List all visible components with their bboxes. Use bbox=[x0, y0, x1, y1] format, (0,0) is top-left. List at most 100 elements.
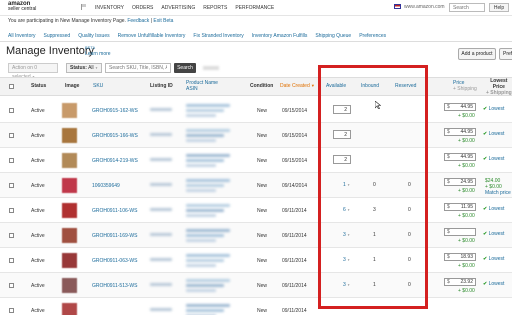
row-sku[interactable]: GROH0914-219-WS bbox=[92, 158, 138, 164]
product-thumbnail[interactable] bbox=[62, 228, 77, 243]
available-quantity-link[interactable]: 1 ▼ bbox=[343, 182, 350, 188]
col-available[interactable]: Available bbox=[326, 83, 346, 89]
row-checkbox[interactable] bbox=[9, 233, 14, 238]
select-all-checkbox[interactable] bbox=[9, 84, 14, 89]
tab-fix-stranded[interactable]: Fix Stranded Inventory bbox=[193, 33, 243, 39]
row-sku[interactable]: GROH0911-063-WS bbox=[92, 258, 137, 264]
row-asin[interactable] bbox=[186, 164, 216, 167]
available-quantity-input[interactable]: 2 bbox=[333, 105, 351, 114]
product-thumbnail[interactable] bbox=[62, 203, 77, 218]
lowest-price-cell[interactable]: ✔ Lowest bbox=[483, 156, 504, 162]
exit-beta-link[interactable]: Exit Beta bbox=[153, 18, 173, 24]
match-price-link[interactable]: Match price bbox=[485, 190, 511, 196]
tab-all-inventory[interactable]: All Inventory bbox=[8, 33, 36, 39]
top-search-input[interactable] bbox=[449, 3, 485, 12]
row-asin[interactable] bbox=[186, 289, 216, 292]
amazon-seller-central-logo[interactable]: amazon seller central bbox=[8, 1, 36, 12]
product-thumbnail[interactable] bbox=[62, 178, 77, 193]
tab-preferences[interactable]: Preferences bbox=[359, 33, 386, 39]
row-asin[interactable] bbox=[186, 239, 216, 242]
row-product-name[interactable] bbox=[186, 154, 230, 157]
row-product-name[interactable] bbox=[186, 304, 230, 307]
marketplace-selector[interactable]: www.amazon.com bbox=[394, 4, 445, 10]
price-input[interactable]: $44.95 bbox=[444, 128, 476, 136]
lowest-price-cell[interactable]: ✔ Lowest bbox=[483, 206, 504, 212]
row-checkbox[interactable] bbox=[9, 208, 14, 213]
available-quantity-link[interactable]: 3 ▼ bbox=[343, 257, 350, 263]
learn-more-link[interactable]: Learn more bbox=[85, 51, 111, 57]
price-input[interactable]: $44.95 bbox=[444, 153, 476, 161]
row-product-name-line2[interactable] bbox=[186, 309, 224, 312]
preferences-button[interactable]: Pref bbox=[499, 48, 512, 60]
price-input[interactable]: $23.92 bbox=[444, 278, 476, 286]
product-thumbnail[interactable] bbox=[62, 103, 77, 118]
product-thumbnail[interactable] bbox=[62, 303, 77, 315]
menu-performance[interactable]: PERFORMANCE bbox=[235, 5, 274, 11]
row-product-name[interactable] bbox=[186, 179, 230, 182]
lowest-price-cell[interactable]: ✔ Lowest bbox=[483, 256, 504, 262]
price-input[interactable]: $24.95 bbox=[444, 178, 476, 186]
row-product-name[interactable] bbox=[186, 229, 230, 232]
col-status[interactable]: Status bbox=[31, 83, 46, 89]
row-product-name[interactable] bbox=[186, 104, 230, 107]
tab-quality-issues[interactable]: Quality Issues bbox=[78, 33, 109, 39]
row-product-name-line2[interactable] bbox=[186, 159, 224, 162]
col-inbound[interactable]: Inbound bbox=[361, 83, 379, 89]
row-sku[interactable]: GROH0915-166-WS bbox=[92, 133, 138, 139]
menu-advertising[interactable]: ADVERTISING bbox=[161, 5, 195, 11]
menu-orders[interactable]: ORDERS bbox=[132, 5, 153, 11]
row-checkbox[interactable] bbox=[9, 183, 14, 188]
price-input[interactable]: $11.95 bbox=[444, 203, 476, 211]
lowest-price-cell[interactable]: ✔ Lowest bbox=[483, 231, 504, 237]
product-thumbnail[interactable] bbox=[62, 128, 77, 143]
col-sku[interactable]: SKU bbox=[93, 83, 103, 89]
row-sku[interactable]: GROH0911-513-WS bbox=[92, 283, 137, 289]
tab-remove-unfulfillable[interactable]: Remove Unfulfillable Inventory bbox=[118, 33, 186, 39]
row-sku[interactable]: GROH0915-162-WS bbox=[92, 108, 138, 114]
row-product-name-line2[interactable] bbox=[186, 284, 224, 287]
available-quantity-input[interactable]: 2 bbox=[333, 155, 351, 164]
available-quantity-link[interactable]: 3 ▼ bbox=[343, 232, 350, 238]
row-product-name[interactable] bbox=[186, 279, 230, 282]
tab-shipping-queue[interactable]: Shipping Queue bbox=[315, 33, 351, 39]
row-checkbox[interactable] bbox=[9, 158, 14, 163]
row-checkbox[interactable] bbox=[9, 133, 14, 138]
lowest-price-cell[interactable]: ✔ Lowest bbox=[483, 131, 504, 137]
lowest-price-cell[interactable]: ✔ Lowest bbox=[483, 106, 504, 112]
status-filter-dropdown[interactable]: Status: All ▼ bbox=[66, 63, 102, 73]
row-asin[interactable] bbox=[186, 114, 216, 117]
tab-amazon-fulfills[interactable]: Inventory Amazon Fulfills bbox=[252, 33, 308, 39]
row-product-name-line2[interactable] bbox=[186, 109, 224, 112]
search-button[interactable]: Search bbox=[174, 63, 196, 73]
lowest-price-cell[interactable]: ✔ Lowest bbox=[483, 281, 504, 287]
col-price[interactable]: Price + Shipping bbox=[453, 80, 477, 92]
feedback-link[interactable]: Feedback bbox=[127, 18, 149, 24]
row-sku[interactable]: 1060359649 bbox=[92, 183, 120, 189]
col-reserved[interactable]: Reserved bbox=[395, 83, 416, 89]
row-asin[interactable] bbox=[186, 264, 216, 267]
row-sku[interactable]: GROH0911-169-WS bbox=[92, 233, 137, 239]
available-quantity-link[interactable]: 3 ▼ bbox=[343, 282, 350, 288]
row-sku[interactable]: GROH0911-106-WS bbox=[92, 208, 137, 214]
col-date-created[interactable]: Date Created bbox=[280, 83, 315, 89]
tab-suppressed[interactable]: Suppressed bbox=[44, 33, 71, 39]
row-asin[interactable] bbox=[186, 189, 216, 192]
col-product-name[interactable]: Product Name ASIN bbox=[186, 80, 218, 92]
bulk-actions-dropdown[interactable]: Action on 0 selected ▼ bbox=[8, 63, 58, 80]
row-checkbox[interactable] bbox=[9, 108, 14, 113]
row-checkbox[interactable] bbox=[9, 258, 14, 263]
row-checkbox[interactable] bbox=[9, 283, 14, 288]
row-product-name[interactable] bbox=[186, 129, 230, 132]
row-product-name-line2[interactable] bbox=[186, 134, 224, 137]
row-product-name[interactable] bbox=[186, 204, 230, 207]
available-quantity-input[interactable]: 2 bbox=[333, 130, 351, 139]
price-input[interactable]: $18.93 bbox=[444, 253, 476, 261]
row-product-name-line2[interactable] bbox=[186, 234, 224, 237]
product-thumbnail[interactable] bbox=[62, 278, 77, 293]
product-thumbnail[interactable] bbox=[62, 253, 77, 268]
help-button[interactable]: Help bbox=[489, 3, 509, 12]
row-product-name-line2[interactable] bbox=[186, 184, 224, 187]
menu-inventory[interactable]: INVENTORY bbox=[95, 5, 124, 11]
row-product-name-line2[interactable] bbox=[186, 209, 224, 212]
row-checkbox[interactable] bbox=[9, 308, 14, 313]
